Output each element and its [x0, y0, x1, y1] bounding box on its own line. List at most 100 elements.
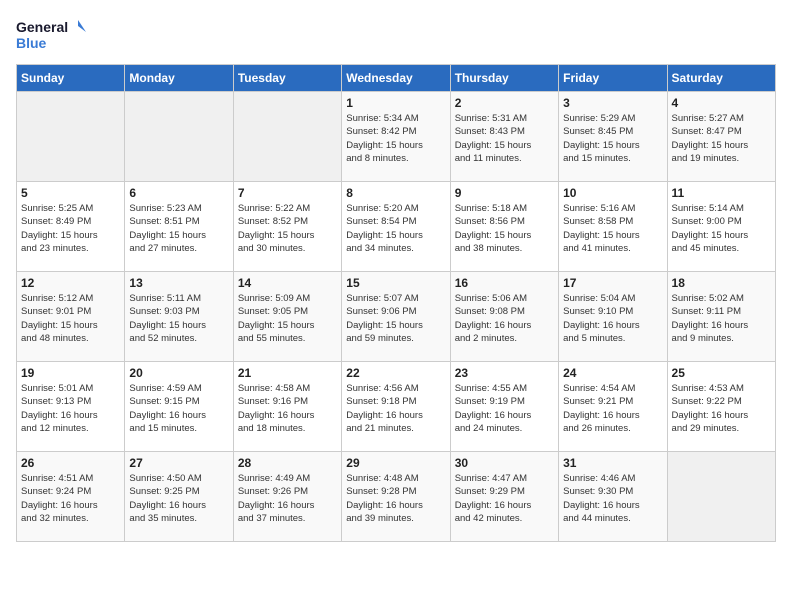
day-info: Sunrise: 5:31 AM Sunset: 8:43 PM Dayligh…	[455, 112, 554, 165]
day-number: 16	[455, 276, 554, 290]
day-info: Sunrise: 4:58 AM Sunset: 9:16 PM Dayligh…	[238, 382, 337, 435]
calendar-cell: 16Sunrise: 5:06 AM Sunset: 9:08 PM Dayli…	[450, 272, 558, 362]
calendar-cell: 8 Sunrise: 5:20 AM Sunset: 8:54 PM Daylig…	[342, 182, 450, 272]
svg-text:General: General	[16, 19, 68, 35]
day-info: Sunrise: 5:18 AM Sunset: 8:56 PM Dayligh…	[455, 202, 554, 255]
calendar-cell: 31 Sunrise: 4:46 AM Sunset: 9:30 PM Dayli…	[559, 452, 667, 542]
logo-svg: General Blue	[16, 16, 86, 54]
day-number: 26	[21, 456, 120, 470]
day-number: 25	[672, 366, 771, 380]
week-row-4: 19Sunrise: 5:01 AM Sunset: 9:13 PM Dayli…	[17, 362, 776, 452]
day-info: Sunrise: 4:50 AM Sunset: 9:25 PM Dayligh…	[129, 472, 228, 525]
day-info: Sunrise: 4:47 AM Sunset: 9:29 PM Dayligh…	[455, 472, 554, 525]
day-number: 31	[563, 456, 662, 470]
day-info: Sunrise: 5:20 AM Sunset: 8:54 PM Dayligh…	[346, 202, 445, 255]
day-info: Sunrise: 5:07 AM Sunset: 9:06 PM Dayligh…	[346, 292, 445, 345]
calendar-cell: 23 Sunrise: 4:55 AM Sunset: 9:19 PM Dayli…	[450, 362, 558, 452]
calendar-cell: 3 Sunrise: 5:29 AM Sunset: 8:45 PM Daylig…	[559, 92, 667, 182]
day-number: 8	[346, 186, 445, 200]
day-number: 15	[346, 276, 445, 290]
calendar-cell: 24Sunrise: 4:54 AM Sunset: 9:21 PM Dayli…	[559, 362, 667, 452]
calendar-cell: 20 Sunrise: 4:59 AM Sunset: 9:15 PM Dayli…	[125, 362, 233, 452]
calendar-cell: 10 Sunrise: 5:16 AM Sunset: 8:58 PM Dayli…	[559, 182, 667, 272]
day-info: Sunrise: 5:09 AM Sunset: 9:05 PM Dayligh…	[238, 292, 337, 345]
week-row-1: 1 Sunrise: 5:34 AM Sunset: 8:42 PM Daylig…	[17, 92, 776, 182]
calendar-cell: 9 Sunrise: 5:18 AM Sunset: 8:56 PM Daylig…	[450, 182, 558, 272]
calendar-cell: 12 Sunrise: 5:12 AM Sunset: 9:01 PM Dayli…	[17, 272, 125, 362]
day-info: Sunrise: 5:22 AM Sunset: 8:52 PM Dayligh…	[238, 202, 337, 255]
calendar-cell	[125, 92, 233, 182]
day-number: 4	[672, 96, 771, 110]
weekday-header-wednesday: Wednesday	[342, 65, 450, 92]
day-info: Sunrise: 5:02 AM Sunset: 9:11 PM Dayligh…	[672, 292, 771, 345]
day-number: 5	[21, 186, 120, 200]
day-number: 3	[563, 96, 662, 110]
calendar-cell: 19Sunrise: 5:01 AM Sunset: 9:13 PM Dayli…	[17, 362, 125, 452]
day-number: 17	[563, 276, 662, 290]
calendar-cell: 11Sunrise: 5:14 AM Sunset: 9:00 PM Dayli…	[667, 182, 775, 272]
calendar-cell: 28 Sunrise: 4:49 AM Sunset: 9:26 PM Dayli…	[233, 452, 341, 542]
calendar-cell	[17, 92, 125, 182]
day-number: 20	[129, 366, 228, 380]
logo: General Blue	[16, 16, 86, 54]
day-info: Sunrise: 4:51 AM Sunset: 9:24 PM Dayligh…	[21, 472, 120, 525]
calendar-cell	[667, 452, 775, 542]
calendar-cell: 2Sunrise: 5:31 AM Sunset: 8:43 PM Daylig…	[450, 92, 558, 182]
week-row-3: 12 Sunrise: 5:12 AM Sunset: 9:01 PM Dayli…	[17, 272, 776, 362]
calendar-cell	[233, 92, 341, 182]
day-info: Sunrise: 4:54 AM Sunset: 9:21 PM Dayligh…	[563, 382, 662, 435]
day-number: 18	[672, 276, 771, 290]
calendar-cell: 7Sunrise: 5:22 AM Sunset: 8:52 PM Daylig…	[233, 182, 341, 272]
calendar-cell: 26 Sunrise: 4:51 AM Sunset: 9:24 PM Dayli…	[17, 452, 125, 542]
weekday-header-tuesday: Tuesday	[233, 65, 341, 92]
day-info: Sunrise: 4:59 AM Sunset: 9:15 PM Dayligh…	[129, 382, 228, 435]
day-number: 10	[563, 186, 662, 200]
day-info: Sunrise: 4:56 AM Sunset: 9:18 PM Dayligh…	[346, 382, 445, 435]
day-info: Sunrise: 5:04 AM Sunset: 9:10 PM Dayligh…	[563, 292, 662, 345]
day-info: Sunrise: 4:46 AM Sunset: 9:30 PM Dayligh…	[563, 472, 662, 525]
calendar-cell: 30Sunrise: 4:47 AM Sunset: 9:29 PM Dayli…	[450, 452, 558, 542]
day-number: 14	[238, 276, 337, 290]
day-number: 29	[346, 456, 445, 470]
day-number: 27	[129, 456, 228, 470]
day-info: Sunrise: 5:29 AM Sunset: 8:45 PM Dayligh…	[563, 112, 662, 165]
day-number: 19	[21, 366, 120, 380]
calendar-cell: 27 Sunrise: 4:50 AM Sunset: 9:25 PM Dayli…	[125, 452, 233, 542]
calendar-cell: 18 Sunrise: 5:02 AM Sunset: 9:11 PM Dayli…	[667, 272, 775, 362]
weekday-header-thursday: Thursday	[450, 65, 558, 92]
weekday-header-sunday: Sunday	[17, 65, 125, 92]
day-number: 6	[129, 186, 228, 200]
day-number: 1	[346, 96, 445, 110]
weekday-header-saturday: Saturday	[667, 65, 775, 92]
weekday-header-row: SundayMondayTuesdayWednesdayThursdayFrid…	[17, 65, 776, 92]
day-number: 23	[455, 366, 554, 380]
day-number: 22	[346, 366, 445, 380]
weekday-header-friday: Friday	[559, 65, 667, 92]
day-info: Sunrise: 5:25 AM Sunset: 8:49 PM Dayligh…	[21, 202, 120, 255]
day-info: Sunrise: 4:55 AM Sunset: 9:19 PM Dayligh…	[455, 382, 554, 435]
day-number: 13	[129, 276, 228, 290]
day-number: 9	[455, 186, 554, 200]
day-info: Sunrise: 5:27 AM Sunset: 8:47 PM Dayligh…	[672, 112, 771, 165]
calendar-cell: 6Sunrise: 5:23 AM Sunset: 8:51 PM Daylig…	[125, 182, 233, 272]
day-number: 28	[238, 456, 337, 470]
weekday-header-monday: Monday	[125, 65, 233, 92]
week-row-5: 26 Sunrise: 4:51 AM Sunset: 9:24 PM Dayli…	[17, 452, 776, 542]
calendar-cell: 5 Sunrise: 5:25 AM Sunset: 8:49 PM Daylig…	[17, 182, 125, 272]
calendar-cell: 17 Sunrise: 5:04 AM Sunset: 9:10 PM Dayli…	[559, 272, 667, 362]
day-info: Sunrise: 4:49 AM Sunset: 9:26 PM Dayligh…	[238, 472, 337, 525]
calendar-cell: 29 Sunrise: 4:48 AM Sunset: 9:28 PM Dayli…	[342, 452, 450, 542]
day-number: 11	[672, 186, 771, 200]
day-info: Sunrise: 5:11 AM Sunset: 9:03 PM Dayligh…	[129, 292, 228, 345]
calendar-table: SundayMondayTuesdayWednesdayThursdayFrid…	[16, 64, 776, 542]
svg-text:Blue: Blue	[16, 35, 47, 51]
day-number: 12	[21, 276, 120, 290]
day-info: Sunrise: 5:34 AM Sunset: 8:42 PM Dayligh…	[346, 112, 445, 165]
calendar-cell: 13 Sunrise: 5:11 AM Sunset: 9:03 PM Dayli…	[125, 272, 233, 362]
calendar-cell: 22 Sunrise: 4:56 AM Sunset: 9:18 PM Dayli…	[342, 362, 450, 452]
day-info: Sunrise: 4:48 AM Sunset: 9:28 PM Dayligh…	[346, 472, 445, 525]
day-info: Sunrise: 5:16 AM Sunset: 8:58 PM Dayligh…	[563, 202, 662, 255]
calendar-cell: 25Sunrise: 4:53 AM Sunset: 9:22 PM Dayli…	[667, 362, 775, 452]
calendar-cell: 14 Sunrise: 5:09 AM Sunset: 9:05 PM Dayli…	[233, 272, 341, 362]
day-info: Sunrise: 5:12 AM Sunset: 9:01 PM Dayligh…	[21, 292, 120, 345]
